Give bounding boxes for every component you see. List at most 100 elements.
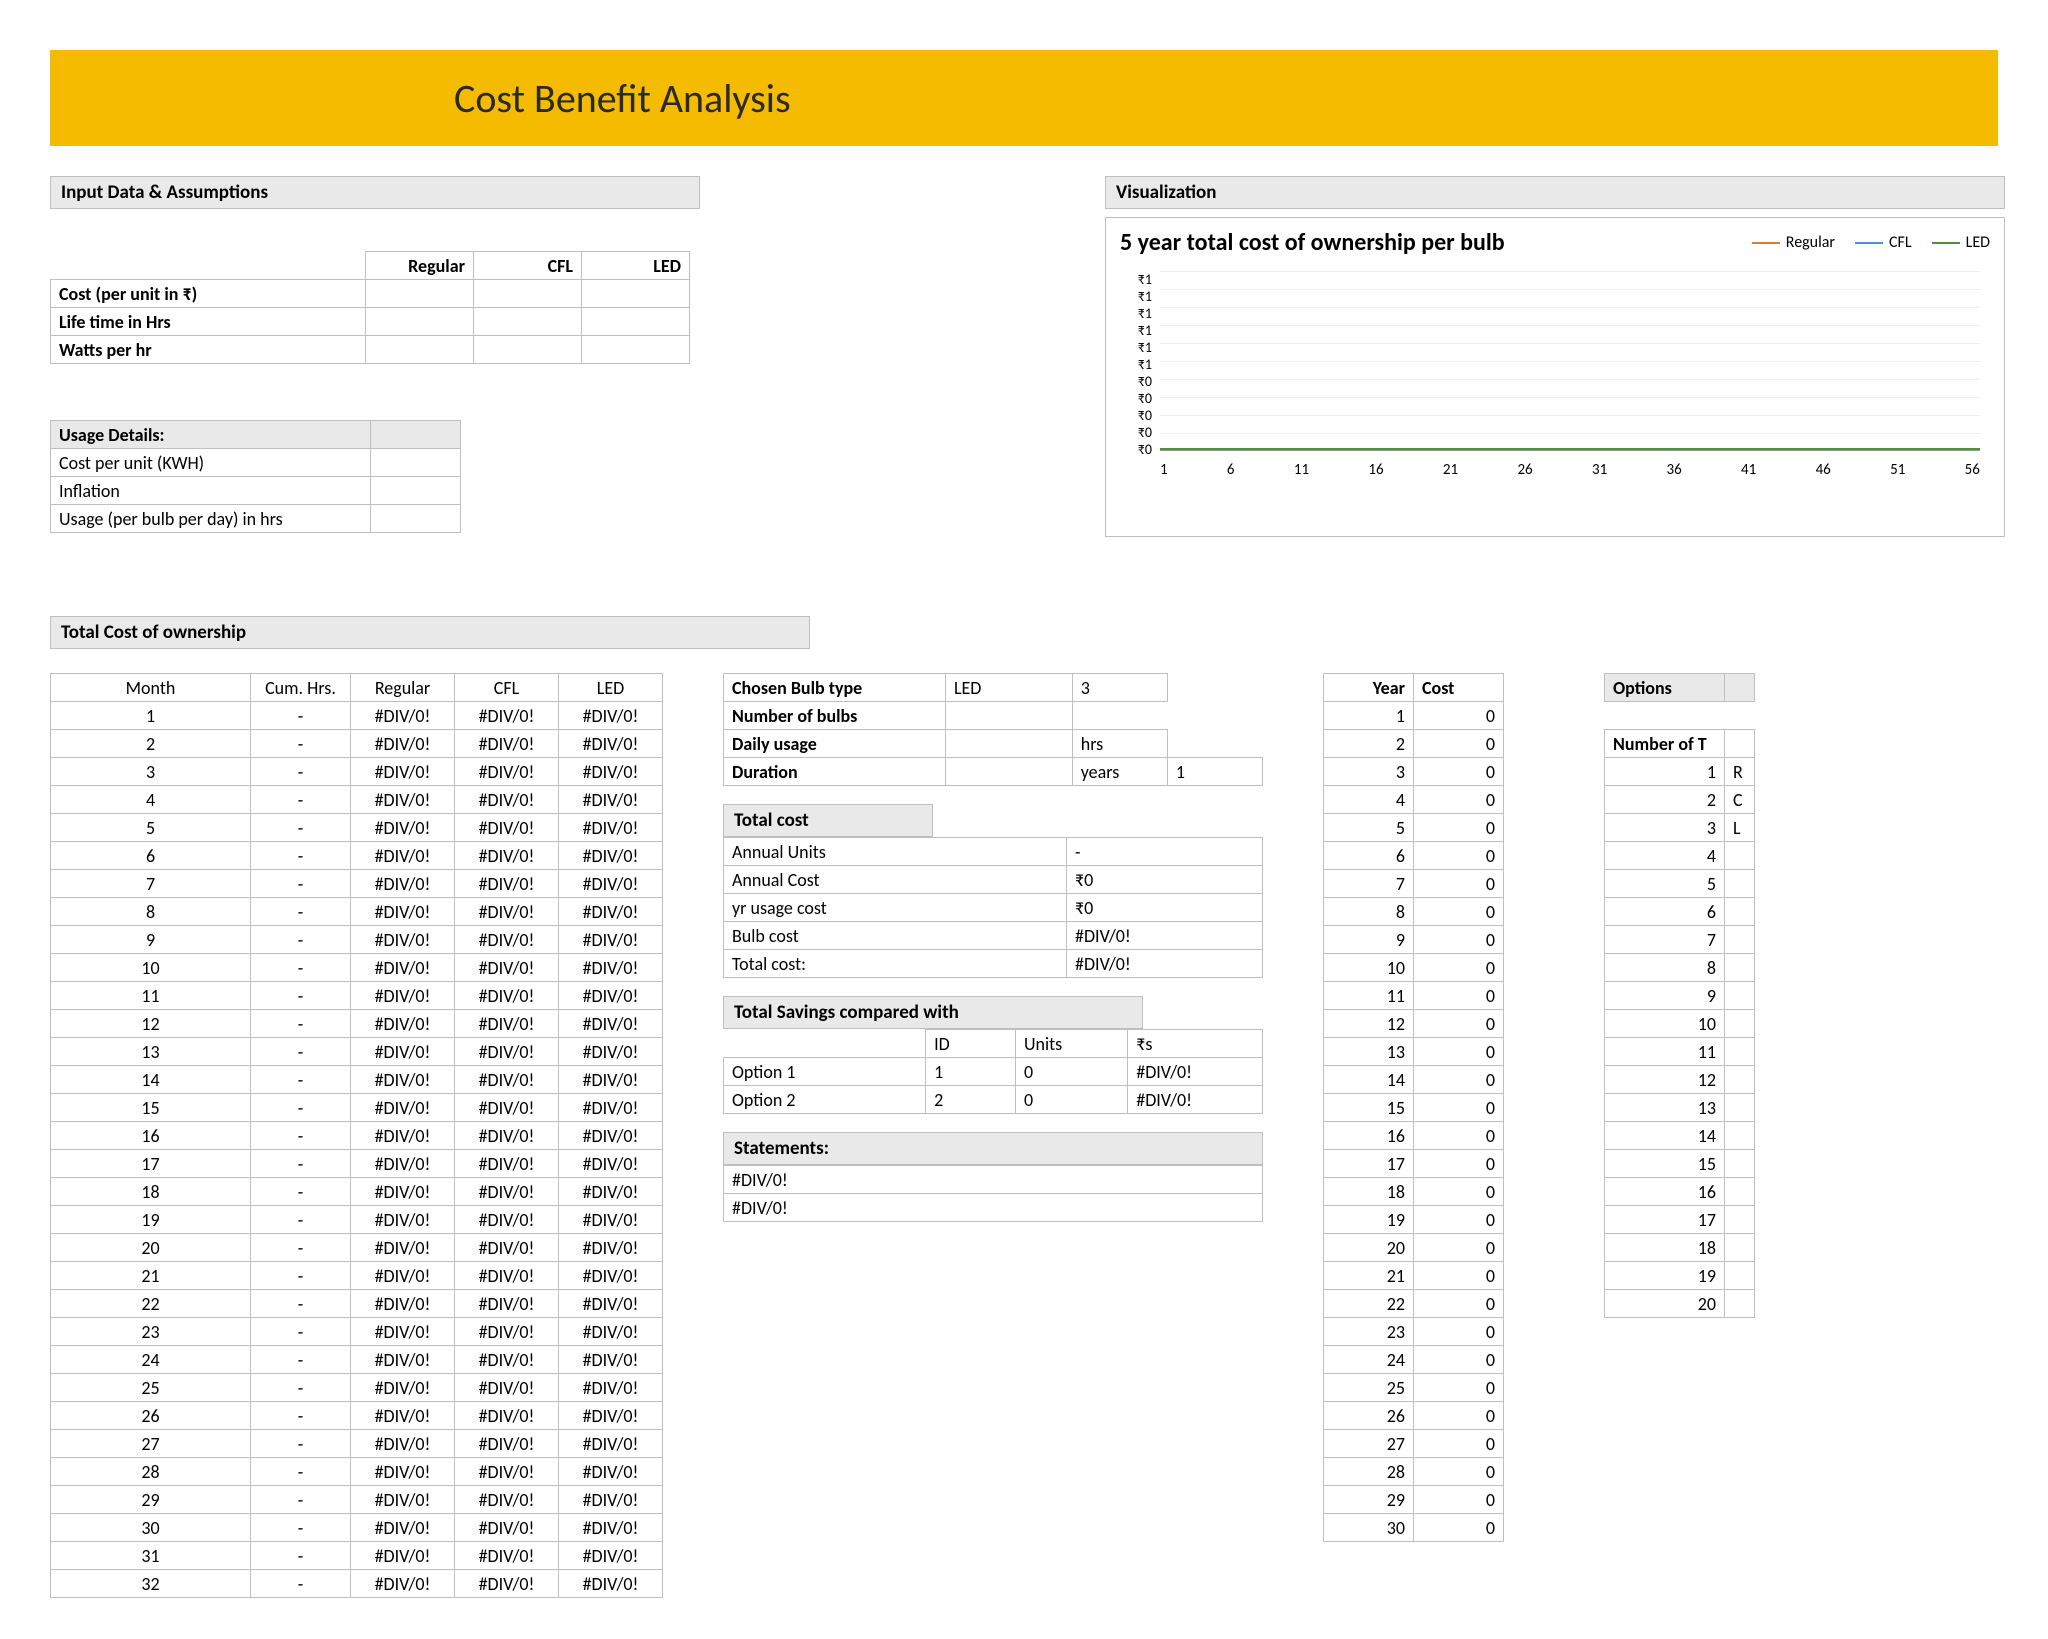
th: ID — [926, 1030, 1016, 1058]
table-row: 17 — [1605, 1206, 1755, 1234]
row: Inflation — [51, 477, 371, 505]
table-row: Annual Cost₹0 — [724, 866, 1263, 894]
page-title: Cost Benefit Analysis — [454, 74, 791, 123]
table-row: 23-#DIV/0!#DIV/0!#DIV/0! — [51, 1318, 663, 1346]
tco-section: Total Cost of ownership Month Cum. Hrs. … — [50, 616, 1970, 1598]
cell: hrs — [1072, 730, 1167, 758]
table-row: 30-#DIV/0!#DIV/0!#DIV/0! — [51, 1514, 663, 1542]
table-row: 5-#DIV/0!#DIV/0!#DIV/0! — [51, 814, 663, 842]
cell[interactable] — [371, 449, 461, 477]
table-row: 11-#DIV/0!#DIV/0!#DIV/0! — [51, 982, 663, 1010]
table-row: 210 — [1324, 1262, 1504, 1290]
cell[interactable] — [945, 758, 1072, 786]
tco-header: Total Cost of ownership — [50, 616, 810, 649]
table-row: 270 — [1324, 1430, 1504, 1458]
cell[interactable] — [582, 336, 690, 364]
th-led: LED — [559, 674, 663, 702]
chart-body: ₹1₹1₹1₹1₹1₹1₹0₹0₹0₹0₹0 16111621263136414… — [1160, 271, 1990, 491]
cell: years — [1072, 758, 1167, 786]
table-row: 15-#DIV/0!#DIV/0!#DIV/0! — [51, 1094, 663, 1122]
table-row: 50 — [1324, 814, 1504, 842]
table-row: 250 — [1324, 1374, 1504, 1402]
label: Duration — [724, 758, 946, 786]
table-row: 20-#DIV/0!#DIV/0!#DIV/0! — [51, 1234, 663, 1262]
table-row: 170 — [1324, 1150, 1504, 1178]
cell[interactable] — [474, 280, 582, 308]
th-month: Month — [51, 674, 251, 702]
cell[interactable] — [945, 730, 1072, 758]
table-row: 6-#DIV/0!#DIV/0!#DIV/0! — [51, 842, 663, 870]
table-row: Bulb cost#DIV/0! — [724, 922, 1263, 950]
input-header: Input Data & Assumptions — [50, 176, 700, 209]
table-row: 30 — [1324, 758, 1504, 786]
legend-line-icon — [1855, 242, 1883, 244]
cell: 3 — [1072, 674, 1167, 702]
input-table: Regular CFL LED Cost (per unit in ₹) Lif… — [50, 251, 690, 364]
table-row: 12-#DIV/0!#DIV/0!#DIV/0! — [51, 1010, 663, 1038]
statements-table: #DIV/0! #DIV/0! — [723, 1165, 1263, 1222]
col-regular: Regular — [366, 252, 474, 280]
viz-header: Visualization — [1105, 176, 2005, 209]
table-row: 6 — [1605, 898, 1755, 926]
cell[interactable] — [366, 308, 474, 336]
table-row: 20 — [1324, 730, 1504, 758]
cell[interactable] — [582, 308, 690, 336]
table-row: 14 — [1605, 1122, 1755, 1150]
table-row: 60 — [1324, 842, 1504, 870]
table-row: 20 — [1605, 1290, 1755, 1318]
summary-table-1: Chosen Bulb type LED 3 Number of bulbs D… — [723, 673, 1263, 786]
table-row: 7 — [1605, 926, 1755, 954]
table-row: 15 — [1605, 1150, 1755, 1178]
savings-header: Total Savings compared with — [723, 996, 1143, 1029]
cell[interactable] — [945, 702, 1072, 730]
table-row: 10 — [1324, 702, 1504, 730]
table-row: 19 — [1605, 1262, 1755, 1290]
row: Usage (per bulb per day) in hrs — [51, 505, 371, 533]
cell[interactable] — [582, 280, 690, 308]
th-cfl: CFL — [455, 674, 559, 702]
table-row: 100 — [1324, 954, 1504, 982]
chart-y-axis: ₹1₹1₹1₹1₹1₹1₹0₹0₹0₹0₹0 — [1120, 271, 1152, 451]
cell[interactable] — [371, 505, 461, 533]
statements-header: Statements: — [723, 1132, 1263, 1165]
table-row: 31-#DIV/0!#DIV/0!#DIV/0! — [51, 1542, 663, 1570]
col-cfl: CFL — [474, 252, 582, 280]
table-row: 180 — [1324, 1178, 1504, 1206]
col-led: LED — [582, 252, 690, 280]
cell[interactable]: LED — [945, 674, 1072, 702]
table-row: 16 — [1605, 1178, 1755, 1206]
total-cost-table: Annual Units-Annual Cost₹0 yr usage cost… — [723, 837, 1263, 978]
usage-table: Usage Details: Cost per unit (KWH) Infla… — [50, 420, 461, 533]
legend-led: LED — [1932, 233, 1990, 252]
cell: #DIV/0! — [1128, 1086, 1263, 1114]
th: Options — [1605, 674, 1725, 702]
table-row: 26-#DIV/0!#DIV/0!#DIV/0! — [51, 1402, 663, 1430]
table-row: 11 — [1605, 1038, 1755, 1066]
cell: 0 — [1015, 1086, 1127, 1114]
th-regular: Regular — [351, 674, 455, 702]
cell[interactable] — [366, 336, 474, 364]
chart-plot — [1160, 271, 1980, 451]
table-row: 16-#DIV/0!#DIV/0!#DIV/0! — [51, 1122, 663, 1150]
cell[interactable] — [366, 280, 474, 308]
cell[interactable] — [371, 477, 461, 505]
cell[interactable] — [474, 308, 582, 336]
label: Chosen Bulb type — [724, 674, 946, 702]
label: Option 1 — [724, 1058, 926, 1086]
chart-title: 5 year total cost of ownership per bulb — [1120, 228, 1505, 257]
usage-header: Usage Details: — [51, 421, 371, 449]
cell: 0 — [1015, 1058, 1127, 1086]
table-row: 18 — [1605, 1234, 1755, 1262]
tco-table: Month Cum. Hrs. Regular CFL LED 1-#DIV/0… — [50, 673, 663, 1598]
cell[interactable] — [474, 336, 582, 364]
label: Option 2 — [724, 1086, 926, 1114]
table-row: 200 — [1324, 1234, 1504, 1262]
table-row: 12 — [1605, 1066, 1755, 1094]
title-bar: Cost Benefit Analysis — [50, 50, 1998, 146]
table-row: 2C — [1605, 786, 1755, 814]
table-row: 10 — [1605, 1010, 1755, 1038]
table-row: 28-#DIV/0!#DIV/0!#DIV/0! — [51, 1458, 663, 1486]
table-row: 2-#DIV/0!#DIV/0!#DIV/0! — [51, 730, 663, 758]
th: Cost — [1414, 674, 1504, 702]
table-row: 14-#DIV/0!#DIV/0!#DIV/0! — [51, 1066, 663, 1094]
